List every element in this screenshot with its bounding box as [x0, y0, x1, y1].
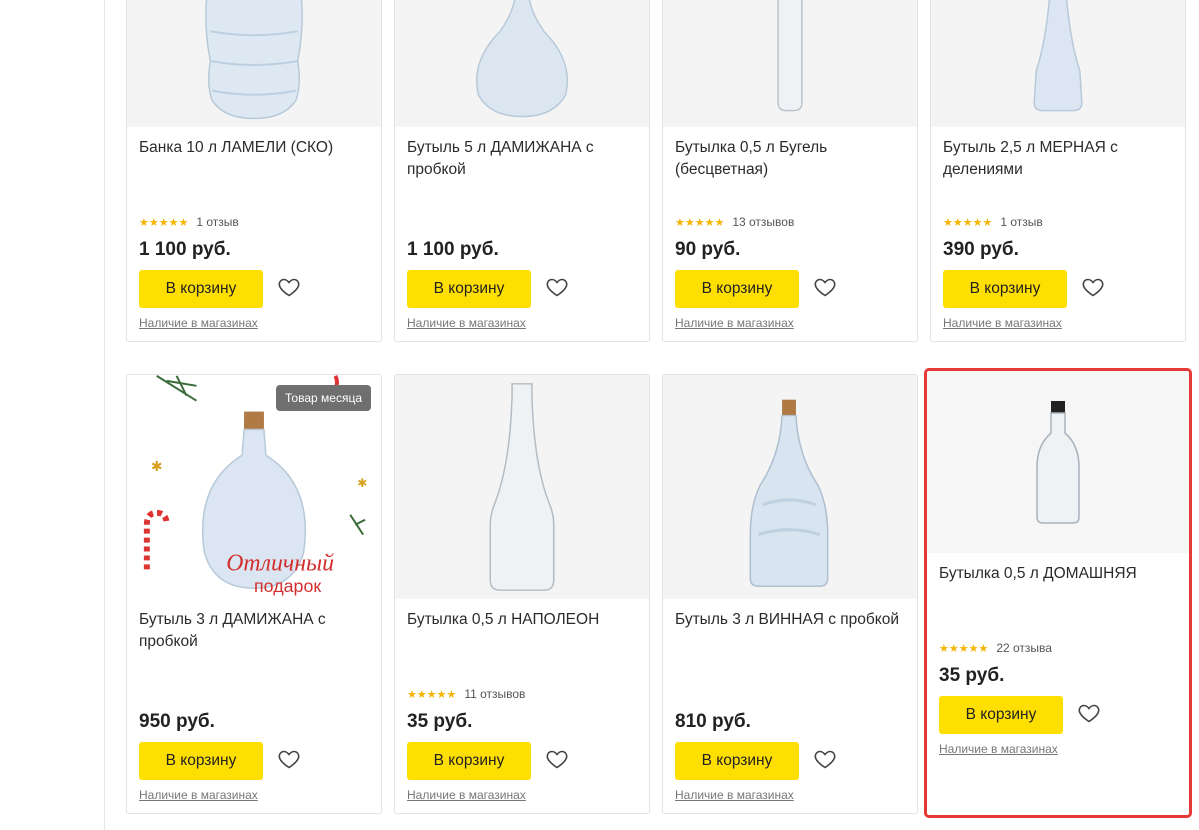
rating: ★★★★★ 22 отзыва — [939, 641, 1052, 655]
product-title[interactable]: Бутыль 2,5 л МЕРНАЯ с делениями — [943, 137, 1173, 181]
add-to-cart-button[interactable]: В корзину — [407, 270, 531, 308]
product-card[interactable]: Бутылка 0,5 л НАПОЛЕОН ★★★★★ 11 отзывов … — [394, 374, 650, 814]
product-image[interactable] — [127, 0, 381, 127]
product-image[interactable] — [927, 371, 1189, 553]
review-count[interactable]: 11 отзывов — [464, 687, 525, 701]
product-title[interactable]: Бутыль 3 л ВИННАЯ с пробкой — [675, 609, 905, 631]
promo-text-line2: подарок — [254, 576, 321, 596]
product-image[interactable] — [663, 0, 917, 127]
svg-text:✱: ✱ — [357, 476, 367, 490]
heart-outline-icon[interactable] — [1081, 275, 1105, 299]
price: 950 руб. — [139, 711, 215, 732]
star-icon: ★★★★★ — [939, 642, 989, 655]
rating: ★★★★★ 1 отзыв — [139, 215, 239, 229]
sidebar-divider — [104, 0, 105, 830]
svg-text:✱: ✱ — [151, 458, 163, 474]
rating: ★★★★★ 13 отзывов — [675, 215, 794, 229]
product-card[interactable]: Банка 10 л ЛАМЕЛИ (СКО) ★★★★★ 1 отзыв 1 … — [126, 0, 382, 342]
rating: ★★★★★ 11 отзывов — [407, 687, 525, 701]
availability-link[interactable]: Наличие в магазинах — [139, 316, 258, 330]
product-title[interactable]: Бутылка 0,5 л ДОМАШНЯЯ — [939, 563, 1177, 585]
availability-link[interactable]: Наличие в магазинах — [407, 788, 526, 802]
price: 810 руб. — [675, 711, 751, 732]
product-image[interactable] — [395, 375, 649, 599]
star-icon: ★★★★★ — [407, 688, 457, 701]
availability-link[interactable]: Наличие в магазинах — [675, 316, 794, 330]
price: 90 руб. — [675, 239, 741, 260]
product-image[interactable] — [931, 0, 1185, 127]
availability-link[interactable]: Наличие в магазинах — [939, 742, 1058, 756]
availability-link[interactable]: Наличие в магазинах — [139, 788, 258, 802]
product-card[interactable]: Бутылка 0,5 л Бугель (бесцветная) ★★★★★ … — [662, 0, 918, 342]
heart-outline-icon[interactable] — [1077, 701, 1101, 725]
review-count[interactable]: 1 отзыв — [1000, 215, 1042, 229]
product-card[interactable]: Бутыль 3 л ВИННАЯ с пробкой 810 руб. В к… — [662, 374, 918, 814]
product-image[interactable] — [663, 375, 917, 599]
product-title[interactable]: Банка 10 л ЛАМЕЛИ (СКО) — [139, 137, 369, 159]
product-title[interactable]: Бутылка 0,5 л НАПОЛЕОН — [407, 609, 637, 631]
star-icon: ★★★★★ — [139, 216, 189, 229]
review-count[interactable]: 13 отзывов — [732, 215, 794, 229]
star-icon: ★★★★★ — [943, 216, 993, 229]
availability-link[interactable]: Наличие в магазинах — [675, 788, 794, 802]
price: 35 руб. — [407, 711, 473, 732]
product-card[interactable]: ✱ ✱ Отличный подарок Товар месяца Бутыль… — [126, 374, 382, 814]
availability-link[interactable]: Наличие в магазинах — [943, 316, 1062, 330]
product-title[interactable]: Бутыль 3 л ДАМИЖАНА с пробкой — [139, 609, 369, 653]
heart-outline-icon[interactable] — [277, 747, 301, 771]
add-to-cart-button[interactable]: В корзину — [675, 270, 799, 308]
product-card-highlighted[interactable]: Бутылка 0,5 л ДОМАШНЯЯ ★★★★★ 22 отзыва 3… — [924, 368, 1192, 818]
heart-outline-icon[interactable] — [813, 275, 837, 299]
availability-link[interactable]: Наличие в магазинах — [407, 316, 526, 330]
add-to-cart-button[interactable]: В корзину — [939, 696, 1063, 734]
heart-outline-icon[interactable] — [545, 275, 569, 299]
price: 390 руб. — [943, 239, 1019, 260]
price: 1 100 руб. — [407, 239, 499, 260]
product-card[interactable]: Бутыль 5 л ДАМИЖАНА с пробкой 1 100 руб.… — [394, 0, 650, 342]
promo-text-line1: Отличный — [226, 550, 334, 576]
price: 35 руб. — [939, 665, 1005, 686]
add-to-cart-button[interactable]: В корзину — [407, 742, 531, 780]
heart-outline-icon[interactable] — [813, 747, 837, 771]
review-count[interactable]: 1 отзыв — [196, 215, 238, 229]
add-to-cart-button[interactable]: В корзину — [139, 270, 263, 308]
add-to-cart-button[interactable]: В корзину — [675, 742, 799, 780]
star-icon: ★★★★★ — [675, 216, 725, 229]
product-title[interactable]: Бутыль 5 л ДАМИЖАНА с пробкой — [407, 137, 637, 181]
add-to-cart-button[interactable]: В корзину — [139, 742, 263, 780]
add-to-cart-button[interactable]: В корзину — [943, 270, 1067, 308]
product-card[interactable]: Бутыль 2,5 л МЕРНАЯ с делениями ★★★★★ 1 … — [930, 0, 1186, 342]
heart-outline-icon[interactable] — [545, 747, 569, 771]
product-image[interactable]: ✱ ✱ Отличный подарок Товар месяца — [127, 375, 381, 599]
price: 1 100 руб. — [139, 239, 231, 260]
product-of-month-badge: Товар месяца — [276, 385, 371, 411]
review-count[interactable]: 22 отзыва — [996, 641, 1052, 655]
heart-outline-icon[interactable] — [277, 275, 301, 299]
rating: ★★★★★ 1 отзыв — [943, 215, 1043, 229]
product-image[interactable] — [395, 0, 649, 127]
product-title[interactable]: Бутылка 0,5 л Бугель (бесцветная) — [675, 137, 905, 181]
